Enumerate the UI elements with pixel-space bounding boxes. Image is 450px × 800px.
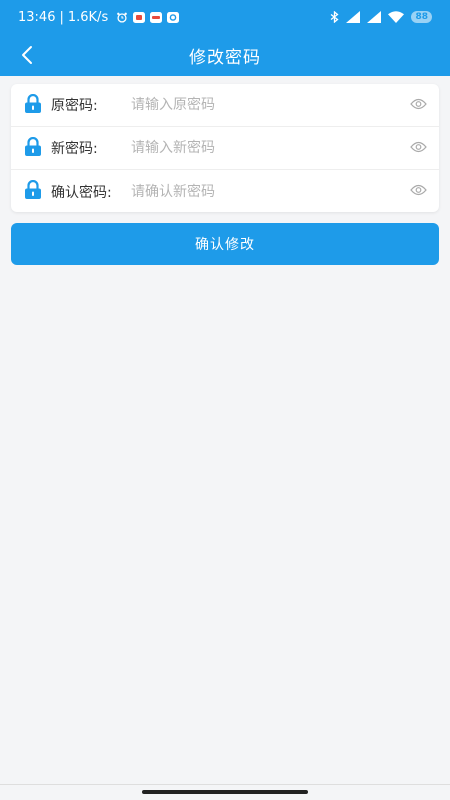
old-password-input[interactable] (131, 90, 391, 120)
eye-icon[interactable] (410, 98, 427, 110)
confirm-password-label: 确认密码: (51, 184, 112, 201)
battery-icon: 88 (411, 11, 432, 23)
status-net-speed: 1.6K/s (67, 9, 109, 25)
app-icon (167, 11, 180, 23)
old-password-row: 原密码: (11, 84, 439, 127)
signal-icon (346, 11, 361, 23)
home-indicator[interactable] (142, 790, 308, 794)
page-title: 修改密码 (189, 47, 261, 68)
lock-icon (25, 94, 41, 113)
nav-divider (0, 784, 450, 785)
eye-icon[interactable] (410, 141, 427, 153)
signal-icon (367, 11, 382, 23)
new-password-input[interactable] (131, 133, 391, 163)
eye-icon[interactable] (410, 184, 427, 196)
toolbar: 修改密码 (0, 34, 450, 76)
status-separator: | (59, 9, 64, 25)
lock-icon (25, 180, 41, 199)
new-password-label: 新密码: (51, 141, 98, 157)
confirm-password-input[interactable] (131, 176, 391, 207)
app-notification-icon (133, 11, 146, 23)
alarm-icon (117, 12, 128, 23)
confirm-change-button[interactable]: 确认修改 (11, 223, 439, 265)
status-time: 13:46 (18, 9, 56, 25)
wifi-icon (388, 11, 405, 23)
chevron-left-icon (22, 46, 32, 64)
old-password-label: 原密码: (51, 98, 98, 114)
password-form: 原密码: 新密码: 确认密码: (11, 84, 439, 212)
message-icon (150, 11, 163, 23)
lock-icon (25, 137, 41, 156)
back-button[interactable] (10, 38, 44, 72)
confirm-password-row: 确认密码: (11, 170, 439, 213)
bluetooth-icon (331, 11, 340, 23)
status-bar: 13:46 | 1.6K/s 88 (0, 0, 450, 34)
app-bar: 13:46 | 1.6K/s 88 修改密码 (0, 0, 450, 76)
new-password-row: 新密码: (11, 127, 439, 170)
